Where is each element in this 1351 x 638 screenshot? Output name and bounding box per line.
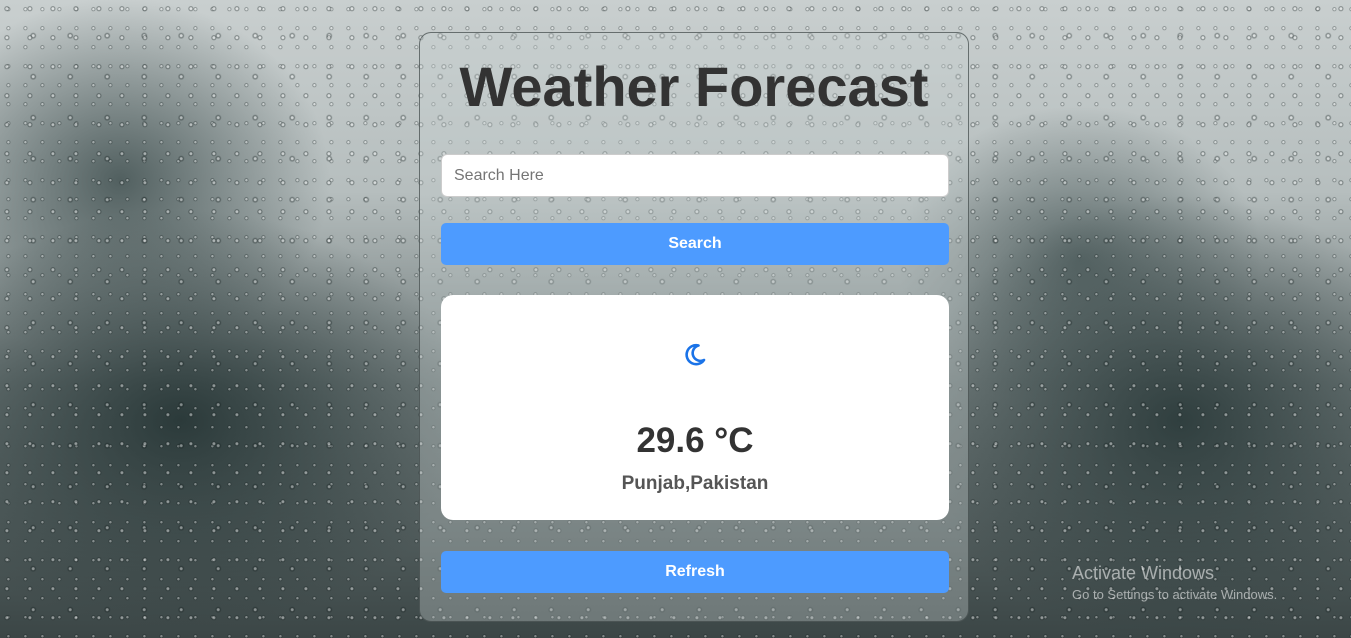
- page-title: Weather Forecast: [459, 55, 929, 118]
- weather-card: Weather Forecast Search 29.6 °C Punjab,P…: [419, 32, 969, 622]
- watermark-title: Activate Windows: [1072, 563, 1215, 583]
- watermark-subtitle: Go to Settings to activate Windows.: [1072, 587, 1278, 602]
- temperature-value: 29.6 °C: [636, 421, 754, 460]
- refresh-button[interactable]: Refresh: [441, 551, 949, 593]
- search-input[interactable]: [441, 154, 949, 197]
- location-label: Punjab,Pakistan: [621, 473, 769, 494]
- crescent-moon-icon: [685, 343, 706, 366]
- activate-windows-watermark: Activate Windows Go to Settings to activ…: [1072, 563, 1277, 602]
- search-button[interactable]: Search: [441, 223, 949, 265]
- weather-panel: 29.6 °C Punjab,Pakistan: [441, 295, 949, 520]
